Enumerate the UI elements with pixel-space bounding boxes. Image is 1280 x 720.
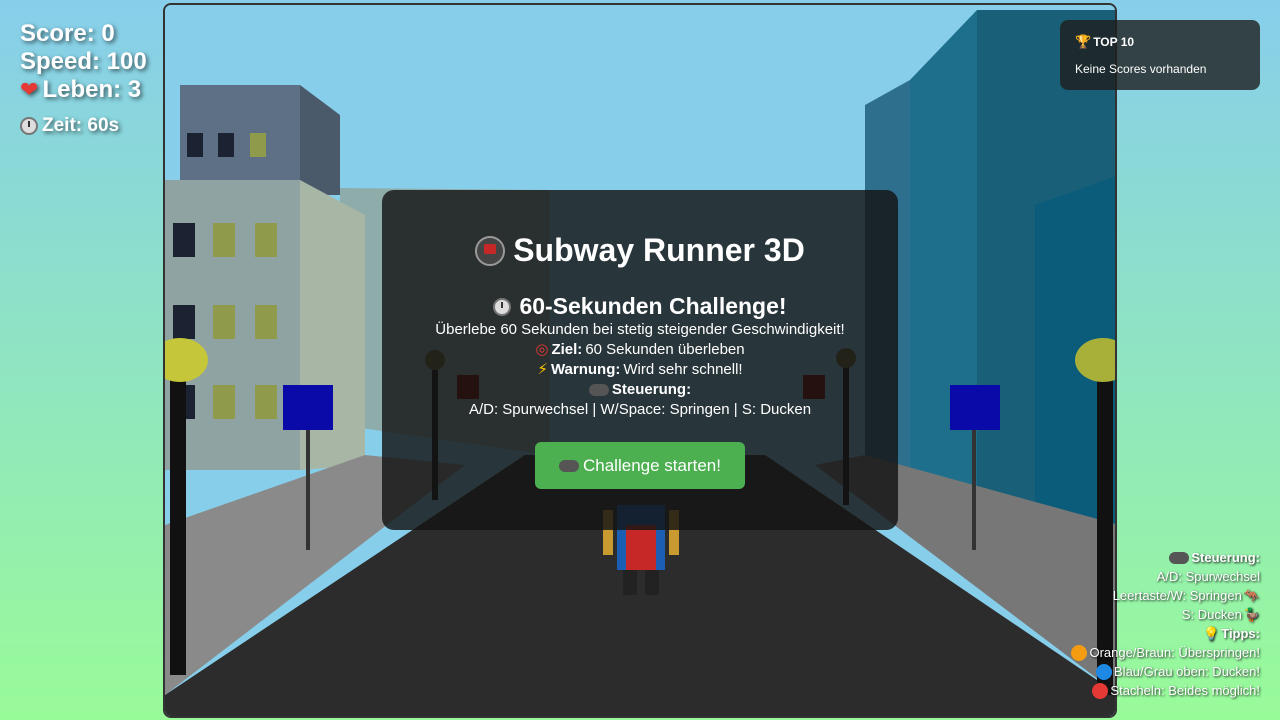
warning-line: ⚡ Warnung: Wird sehr schnell! — [382, 360, 898, 380]
red-dot-icon — [1092, 682, 1109, 699]
challenge-title-text: 60-Sekunden Challenge! — [519, 293, 787, 319]
score-display: Score: 0 — [20, 20, 147, 48]
help-panel: Steuerung: A/D: Spurwechsel Leertaste/W:… — [1071, 548, 1260, 700]
heart-icon: ❤ — [20, 77, 39, 102]
help-tip-text: Orange/Braun: Überspringen! — [1089, 645, 1260, 660]
stopwatch-icon — [20, 117, 38, 135]
start-challenge-button[interactable]: Challenge starten! — [535, 442, 745, 489]
help-tip: Stacheln: Beides möglich! — [1071, 681, 1260, 700]
goal-line: ◎ Ziel: 60 Sekunden überleben — [382, 340, 898, 360]
kangaroo-icon: 🦘 — [1243, 588, 1260, 603]
time-text: Zeit: 60s — [42, 115, 120, 136]
leaderboard-title: 🏆 TOP 10 — [1075, 34, 1245, 50]
help-line-text: S: Ducken — [1181, 607, 1242, 622]
help-tips-heading: 💡 Tipps: — [1071, 624, 1260, 643]
challenge-intro: Überlebe 60 Sekunden bei stetig steigend… — [435, 321, 845, 338]
help-line-text: Leertaste/W: Springen — [1112, 588, 1242, 603]
gamepad-icon — [559, 459, 579, 472]
help-controls-label: Steuerung: — [1191, 550, 1260, 565]
lightbulb-icon: 💡 — [1203, 626, 1220, 641]
game-title: Subway Runner 3D — [382, 232, 898, 269]
game-title-text: Subway Runner 3D — [513, 232, 805, 268]
lives-display: ❤ Leben: 3 — [20, 76, 147, 104]
help-tip: Blau/Grau oben: Ducken! — [1071, 662, 1260, 681]
blue-dot-icon — [1096, 663, 1113, 680]
warning-text: Wird sehr schnell! — [623, 361, 743, 378]
orange-dot-icon — [1071, 644, 1088, 661]
leaderboard-title-text: TOP 10 — [1093, 35, 1135, 49]
lives-text: Leben: 3 — [42, 76, 142, 103]
help-tips-label: Tipps: — [1221, 626, 1260, 641]
controls-label: Steuerung: — [611, 381, 692, 398]
challenge-title: 60-Sekunden Challenge! — [382, 293, 898, 320]
gamepad-icon — [588, 384, 609, 396]
duck-icon: 🦆 — [1243, 607, 1260, 622]
help-tip: Orange/Braun: Überspringen! — [1071, 643, 1260, 662]
bolt-icon: ⚡ — [537, 361, 548, 378]
train-icon — [475, 235, 506, 266]
leaderboard-panel: 🏆 TOP 10 Keine Scores vorhanden — [1060, 20, 1260, 90]
speed-text: Speed: 100 — [20, 48, 147, 75]
help-controls-heading: Steuerung: — [1071, 548, 1260, 567]
help-line: A/D: Spurwechsel — [1071, 567, 1260, 586]
trophy-icon: 🏆 — [1075, 34, 1092, 49]
score-text: Score: 0 — [20, 20, 115, 47]
help-tip-text: Blau/Grau oben: Ducken! — [1114, 664, 1260, 679]
controls-heading: Steuerung: — [382, 380, 898, 400]
hud-stats: Score: 0 Speed: 100 ❤ Leben: 3 Zeit: 60s — [20, 20, 147, 140]
help-line-text: A/D: Spurwechsel — [1156, 569, 1260, 584]
help-line: S: Ducken 🦆 — [1071, 605, 1260, 624]
gamepad-icon — [1169, 551, 1190, 564]
warning-label: Warnung: — [550, 361, 621, 378]
goal-label: Ziel: — [551, 341, 583, 358]
controls-text: A/D: Spurwechsel | W/Space: Springen | S… — [468, 401, 812, 418]
help-line: Leertaste/W: Springen 🦘 — [1071, 586, 1260, 605]
goal-text: 60 Sekunden überleben — [585, 341, 745, 358]
start-modal: Subway Runner 3D 60-Sekunden Challenge! … — [382, 190, 898, 530]
speed-display: Speed: 100 — [20, 48, 147, 76]
target-icon: ◎ — [535, 341, 549, 358]
time-display: Zeit: 60s — [20, 112, 147, 140]
help-tip-text: Stacheln: Beides möglich! — [1110, 683, 1260, 698]
leaderboard-empty: Keine Scores vorhanden — [1075, 62, 1207, 76]
stopwatch-icon — [493, 297, 512, 316]
start-challenge-label: Challenge starten! — [583, 455, 721, 475]
